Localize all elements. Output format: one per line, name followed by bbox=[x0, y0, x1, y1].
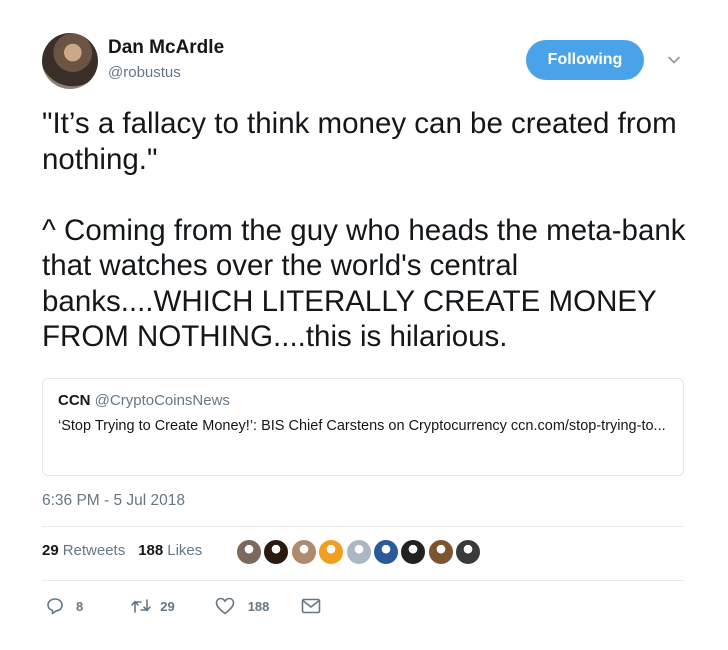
quoted-tweet[interactable]: CCN @CryptoCoinsNews ‘Stop Trying to Cre… bbox=[42, 378, 684, 476]
avatar-photo[interactable] bbox=[372, 539, 399, 565]
avatar-photo[interactable] bbox=[427, 539, 454, 565]
avatar-candle[interactable] bbox=[263, 539, 290, 565]
avatar-photo[interactable] bbox=[400, 539, 427, 565]
following-button[interactable]: Following bbox=[526, 40, 644, 80]
likes-count[interactable]: 188 bbox=[138, 542, 163, 559]
retweet-icon[interactable] bbox=[130, 597, 152, 615]
likes-label[interactable]: Likes bbox=[167, 542, 202, 559]
envelope-icon[interactable] bbox=[301, 598, 321, 614]
tweet-stats: 29 Retweets 188 Likes bbox=[42, 542, 202, 559]
quoted-tweet-name: CCN bbox=[58, 392, 91, 409]
heart-icon[interactable] bbox=[215, 597, 235, 615]
like-action[interactable]: 188 bbox=[215, 597, 270, 615]
retweets-label[interactable]: Retweets bbox=[63, 542, 126, 559]
user-name[interactable]: Dan McArdle bbox=[108, 37, 224, 59]
like-count: 188 bbox=[247, 598, 270, 614]
tweet-actions: 8 29 188 bbox=[46, 597, 321, 615]
retweet-count: 29 bbox=[160, 598, 175, 614]
retweets-count[interactable]: 29 bbox=[42, 542, 59, 559]
divider bbox=[42, 526, 684, 527]
chevron-down-icon[interactable] bbox=[666, 52, 682, 68]
quoted-tweet-header: CCN @CryptoCoinsNews bbox=[58, 392, 669, 410]
reply-action[interactable]: 8 bbox=[46, 597, 83, 615]
avatar-photo[interactable] bbox=[290, 539, 317, 565]
direct-message-action[interactable] bbox=[301, 598, 321, 614]
avatar-photo[interactable] bbox=[236, 539, 262, 565]
tweet-text: "It’s a fallacy to think money can be cr… bbox=[42, 107, 686, 353]
quoted-tweet-text: ‘Stop Trying to Create Money!’: BIS Chie… bbox=[58, 418, 666, 434]
reply-count: 8 bbox=[76, 598, 84, 614]
avatar-bitproj[interactable] bbox=[318, 539, 345, 565]
retweet-action[interactable]: 29 bbox=[130, 597, 175, 615]
avatar-default[interactable] bbox=[345, 539, 372, 565]
likers-avatars bbox=[236, 539, 483, 565]
reply-icon[interactable] bbox=[46, 597, 64, 615]
user-handle[interactable]: @robustus bbox=[108, 64, 181, 81]
user-avatar[interactable] bbox=[42, 33, 98, 89]
quoted-tweet-handle: @CryptoCoinsNews bbox=[94, 392, 230, 409]
divider bbox=[42, 580, 684, 581]
avatar-photo[interactable] bbox=[455, 539, 482, 565]
tweet-timestamp[interactable]: 6:36 PM - 5 Jul 2018 bbox=[42, 492, 185, 510]
